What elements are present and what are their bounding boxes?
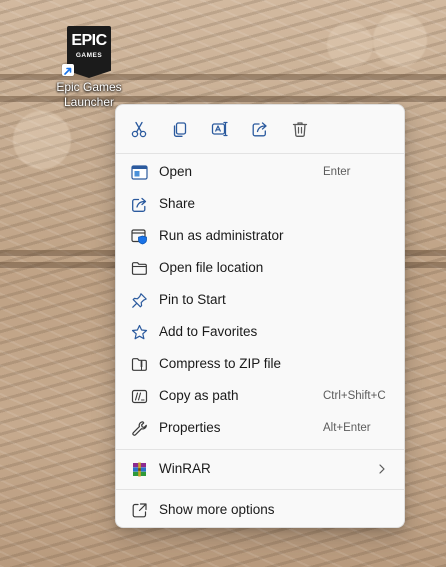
folder-icon xyxy=(130,259,148,277)
more-options-icon xyxy=(130,501,148,519)
menu-item-label: Share xyxy=(159,196,196,211)
menu-item-open[interactable]: Open Enter xyxy=(120,157,400,187)
menu-item-pin-to-start[interactable]: Pin to Start xyxy=(120,285,400,315)
menu-item-label: Compress to ZIP file xyxy=(159,356,282,371)
menu-item-share[interactable]: Share xyxy=(120,189,400,219)
menu-item-show-more-options[interactable]: Show more options xyxy=(120,495,400,525)
menu-item-label: Copy as path xyxy=(159,388,239,403)
rename-icon[interactable] xyxy=(208,117,232,141)
menu-item-winrar[interactable]: WinRAR xyxy=(120,454,400,484)
winrar-icon xyxy=(130,460,148,478)
menu-item-run-as-administrator[interactable]: Run as administrator xyxy=(120,221,400,251)
quick-actions-bar xyxy=(116,105,404,153)
logo-text-bottom: GAMES xyxy=(75,52,103,59)
copy-icon[interactable] xyxy=(168,117,192,141)
menu-separator xyxy=(116,489,404,490)
menu-item-copy-as-path[interactable]: Copy as path Ctrl+Shift+C xyxy=(120,381,400,411)
menu-item-compress-to-zip[interactable]: Compress to ZIP file xyxy=(120,349,400,379)
desktop-icon-label: Epic Games Launcher xyxy=(56,80,122,110)
context-menu: Open Enter Share Run as administrator Op… xyxy=(115,104,405,528)
menu-item-label: Run as administrator xyxy=(159,228,284,243)
zip-folder-icon xyxy=(130,355,148,373)
menu-item-shortcut: Ctrl+Shift+C xyxy=(323,390,386,402)
menu-item-open-file-location[interactable]: Open file location xyxy=(120,253,400,283)
menu-separator xyxy=(116,449,404,450)
menu-item-shortcut: Enter xyxy=(323,166,351,178)
pin-icon xyxy=(130,291,148,309)
menu-item-properties[interactable]: Properties Alt+Enter xyxy=(120,413,400,443)
menu-item-shortcut: Alt+Enter xyxy=(323,422,371,434)
label-line-1: Epic Games xyxy=(56,80,122,94)
menu-separator xyxy=(116,153,404,154)
star-icon xyxy=(130,323,148,341)
delete-icon[interactable] xyxy=(288,117,312,141)
menu-item-label: Open file location xyxy=(159,260,264,275)
menu-item-label: WinRAR xyxy=(159,461,211,476)
shortcut-arrow-icon xyxy=(62,64,74,76)
run-as-admin-icon xyxy=(130,227,148,245)
menu-item-add-to-favorites[interactable]: Add to Favorites xyxy=(120,317,400,347)
cut-icon[interactable] xyxy=(127,117,151,141)
menu-item-label: Properties xyxy=(159,420,221,435)
desktop-icon-epic-games[interactable]: EPIC GAMES Epic Games Launcher xyxy=(56,26,122,110)
menu-item-label: Show more options xyxy=(159,502,275,517)
share-icon xyxy=(130,195,148,213)
open-app-icon xyxy=(130,163,148,181)
menu-item-label: Pin to Start xyxy=(159,292,226,307)
share-icon[interactable] xyxy=(248,117,272,141)
logo-text-top: EPIC xyxy=(71,32,107,49)
chevron-right-icon xyxy=(379,464,385,474)
copy-path-icon xyxy=(130,387,148,405)
label-line-2: Launcher xyxy=(63,95,115,109)
wrench-icon xyxy=(130,419,148,437)
menu-item-label: Add to Favorites xyxy=(159,324,258,339)
menu-item-label: Open xyxy=(159,164,193,179)
